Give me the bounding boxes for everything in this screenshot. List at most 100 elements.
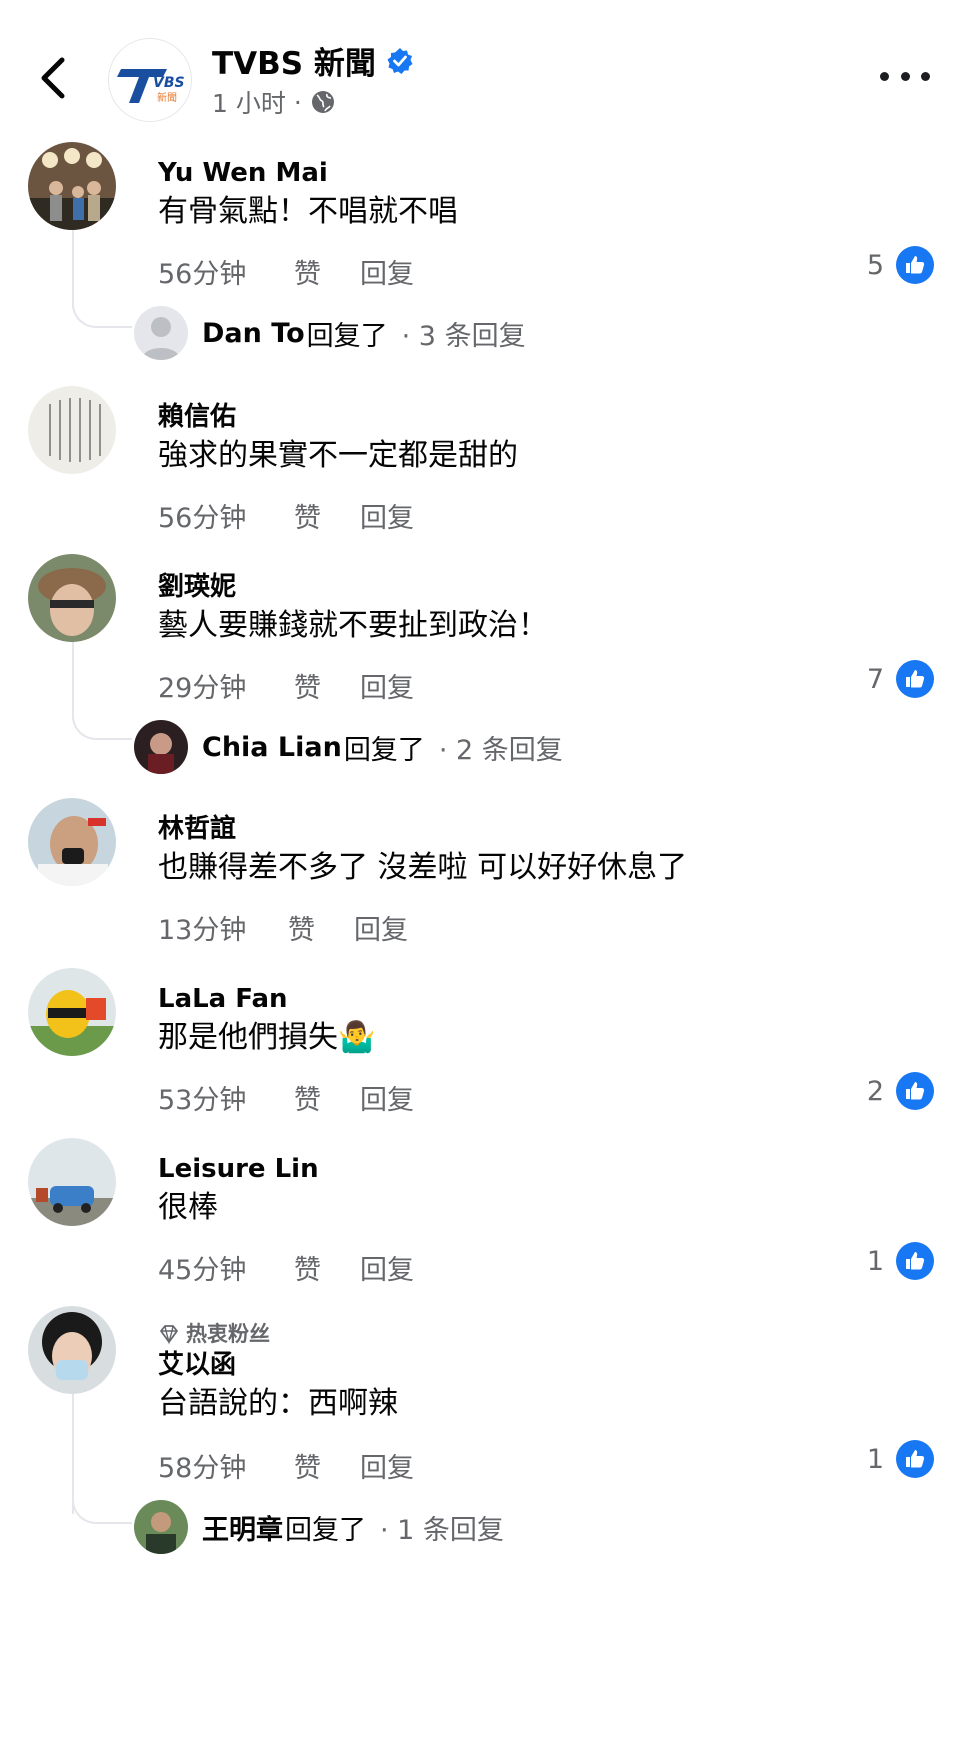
avatar-photo	[28, 1138, 116, 1226]
thread-curve	[72, 702, 132, 740]
reply-button[interactable]: 回复	[360, 496, 414, 535]
reaction-count[interactable]: 1	[867, 1242, 934, 1280]
comment-body: 林哲誼 也賺得差不多了 沒差啦 可以好好休息了	[158, 812, 940, 888]
view-replies-row[interactable]: Chia Lian 回复了 · 2 条回复	[134, 720, 563, 774]
avatar[interactable]	[28, 554, 116, 642]
comment-actions: 13分钟 赞 回复	[158, 908, 408, 947]
like-button[interactable]: 赞	[288, 908, 354, 947]
like-thumb-icon	[896, 1072, 934, 1110]
comment-actions: 29分钟 赞 回复	[158, 666, 414, 705]
like-thumb-icon	[896, 246, 934, 284]
reply-count: · 2 条回复	[438, 734, 563, 766]
meta-separator: ·	[293, 87, 302, 117]
reply-verb: 回复了	[343, 734, 425, 766]
reply-avatar	[134, 1500, 188, 1554]
reaction-number: 1	[866, 1443, 884, 1475]
avatar[interactable]	[28, 1138, 116, 1226]
back-arrow-icon	[41, 57, 65, 99]
reply-button[interactable]: 回复	[360, 1446, 414, 1485]
reply-avatar	[134, 720, 188, 774]
reply-count: · 3 条回复	[401, 320, 526, 352]
comment-text: 藝人要賺錢就不要扯到政治！	[158, 608, 548, 643]
post-header: VBS 新聞 TVBS 新聞 1 小时 ·	[0, 0, 960, 150]
avatar-photo	[28, 554, 116, 642]
avatar[interactable]	[28, 1306, 116, 1394]
like-button[interactable]: 赞	[294, 252, 360, 291]
page-avatar[interactable]: VBS 新聞	[108, 38, 192, 122]
comment-text: 很棒	[158, 1190, 218, 1225]
reply-count: · 1 条回复	[380, 1514, 504, 1546]
comment-time: 45分钟	[158, 1255, 247, 1286]
comment-author[interactable]: 賴信佑	[158, 400, 940, 434]
comment-author[interactable]: 林哲誼	[158, 812, 940, 846]
more-dots-icon	[880, 71, 889, 81]
comment-author[interactable]: 劉瑛妮	[158, 570, 940, 604]
avatar[interactable]	[28, 142, 116, 230]
comment-time: 13分钟	[158, 915, 247, 946]
comment-time: 29分钟	[158, 673, 247, 704]
avatar-photo	[28, 968, 116, 1056]
svg-text:新聞: 新聞	[157, 91, 177, 104]
avatar[interactable]	[28, 968, 116, 1056]
more-dot	[900, 71, 910, 81]
reply-author: Dan To	[202, 317, 305, 349]
diamond-fan-icon	[160, 1325, 178, 1345]
svg-text:VBS: VBS	[153, 75, 185, 91]
avatar-photo	[28, 386, 116, 474]
reply-button[interactable]: 回复	[360, 666, 414, 705]
comment-body: Leisure Lin 很棒	[158, 1152, 940, 1228]
comment-author[interactable]: Leisure Lin	[158, 1152, 940, 1186]
like-thumb-icon	[896, 1440, 934, 1478]
tvbs-logo: VBS 新聞	[109, 39, 191, 121]
reply-button[interactable]: 回复	[354, 908, 408, 947]
verified-badge-icon	[387, 47, 413, 74]
thread-curve	[72, 290, 132, 328]
comment-actions: 56分钟 赞 回复	[158, 252, 414, 291]
comment-text: 強求的果實不一定都是甜的	[158, 438, 518, 473]
comment-text: 那是他們損失🤷‍♂️	[158, 1020, 376, 1055]
reaction-count[interactable]: 1	[867, 1440, 934, 1478]
like-thumb-icon	[896, 660, 934, 698]
globe-icon	[311, 91, 334, 113]
comment-body: 热衷粉丝 艾以函 台語說的：西啊辣	[158, 1320, 940, 1424]
comment-body: 劉瑛妮 藝人要賺錢就不要扯到政治！	[158, 570, 940, 646]
post-meta: 1 小时 ·	[212, 84, 336, 120]
page-name[interactable]: TVBS 新聞	[212, 38, 414, 83]
like-button[interactable]: 赞	[294, 1078, 360, 1117]
like-button[interactable]: 赞	[294, 496, 360, 535]
post-time[interactable]: 1 小时	[212, 84, 286, 120]
comment-actions: 53分钟 赞 回复	[158, 1078, 414, 1117]
more-dot	[921, 71, 930, 81]
page-name-label: TVBS 新聞	[212, 46, 376, 82]
like-button[interactable]: 赞	[294, 1446, 360, 1485]
reply-button[interactable]: 回复	[360, 252, 414, 291]
thread-curve	[72, 1486, 132, 1524]
like-button[interactable]: 赞	[294, 1248, 360, 1287]
like-button[interactable]: 赞	[294, 666, 360, 705]
reaction-count[interactable]: 5	[867, 246, 934, 284]
comment-author[interactable]: 艾以函	[158, 1348, 940, 1382]
avatar-photo	[28, 798, 116, 886]
fan-badge-label: 热衷粉丝	[186, 1322, 270, 1346]
more-options-button[interactable]	[880, 56, 930, 96]
reply-button[interactable]: 回复	[360, 1248, 414, 1287]
comment-time: 56分钟	[158, 503, 247, 534]
avatar[interactable]	[28, 798, 116, 886]
comment-body: Yu Wen Mai 有骨氣點！不唱就不唱	[158, 156, 940, 232]
comment-actions: 58分钟 赞 回复	[158, 1446, 414, 1485]
reply-verb: 回复了	[306, 320, 388, 352]
like-thumb-icon	[896, 1242, 934, 1280]
reaction-count[interactable]: 7	[867, 660, 934, 698]
view-replies-row[interactable]: 王明章 回复了 · 1 条回复	[134, 1500, 504, 1554]
reply-author: Chia Lian	[202, 731, 342, 763]
comment-text: 台語說的：西啊辣	[158, 1386, 398, 1421]
comment-time: 56分钟	[158, 259, 247, 290]
comment-author[interactable]: Yu Wen Mai	[158, 156, 940, 190]
back-button[interactable]	[30, 50, 76, 106]
avatar[interactable]	[28, 386, 116, 474]
comment-author[interactable]: LaLa Fan	[158, 982, 940, 1016]
view-replies-row[interactable]: Dan To 回复了 · 3 条回复	[134, 306, 526, 360]
reply-button[interactable]: 回复	[360, 1078, 414, 1117]
comment-text: 也賺得差不多了 沒差啦 可以好好休息了	[158, 850, 688, 885]
reaction-count[interactable]: 2	[867, 1072, 934, 1110]
